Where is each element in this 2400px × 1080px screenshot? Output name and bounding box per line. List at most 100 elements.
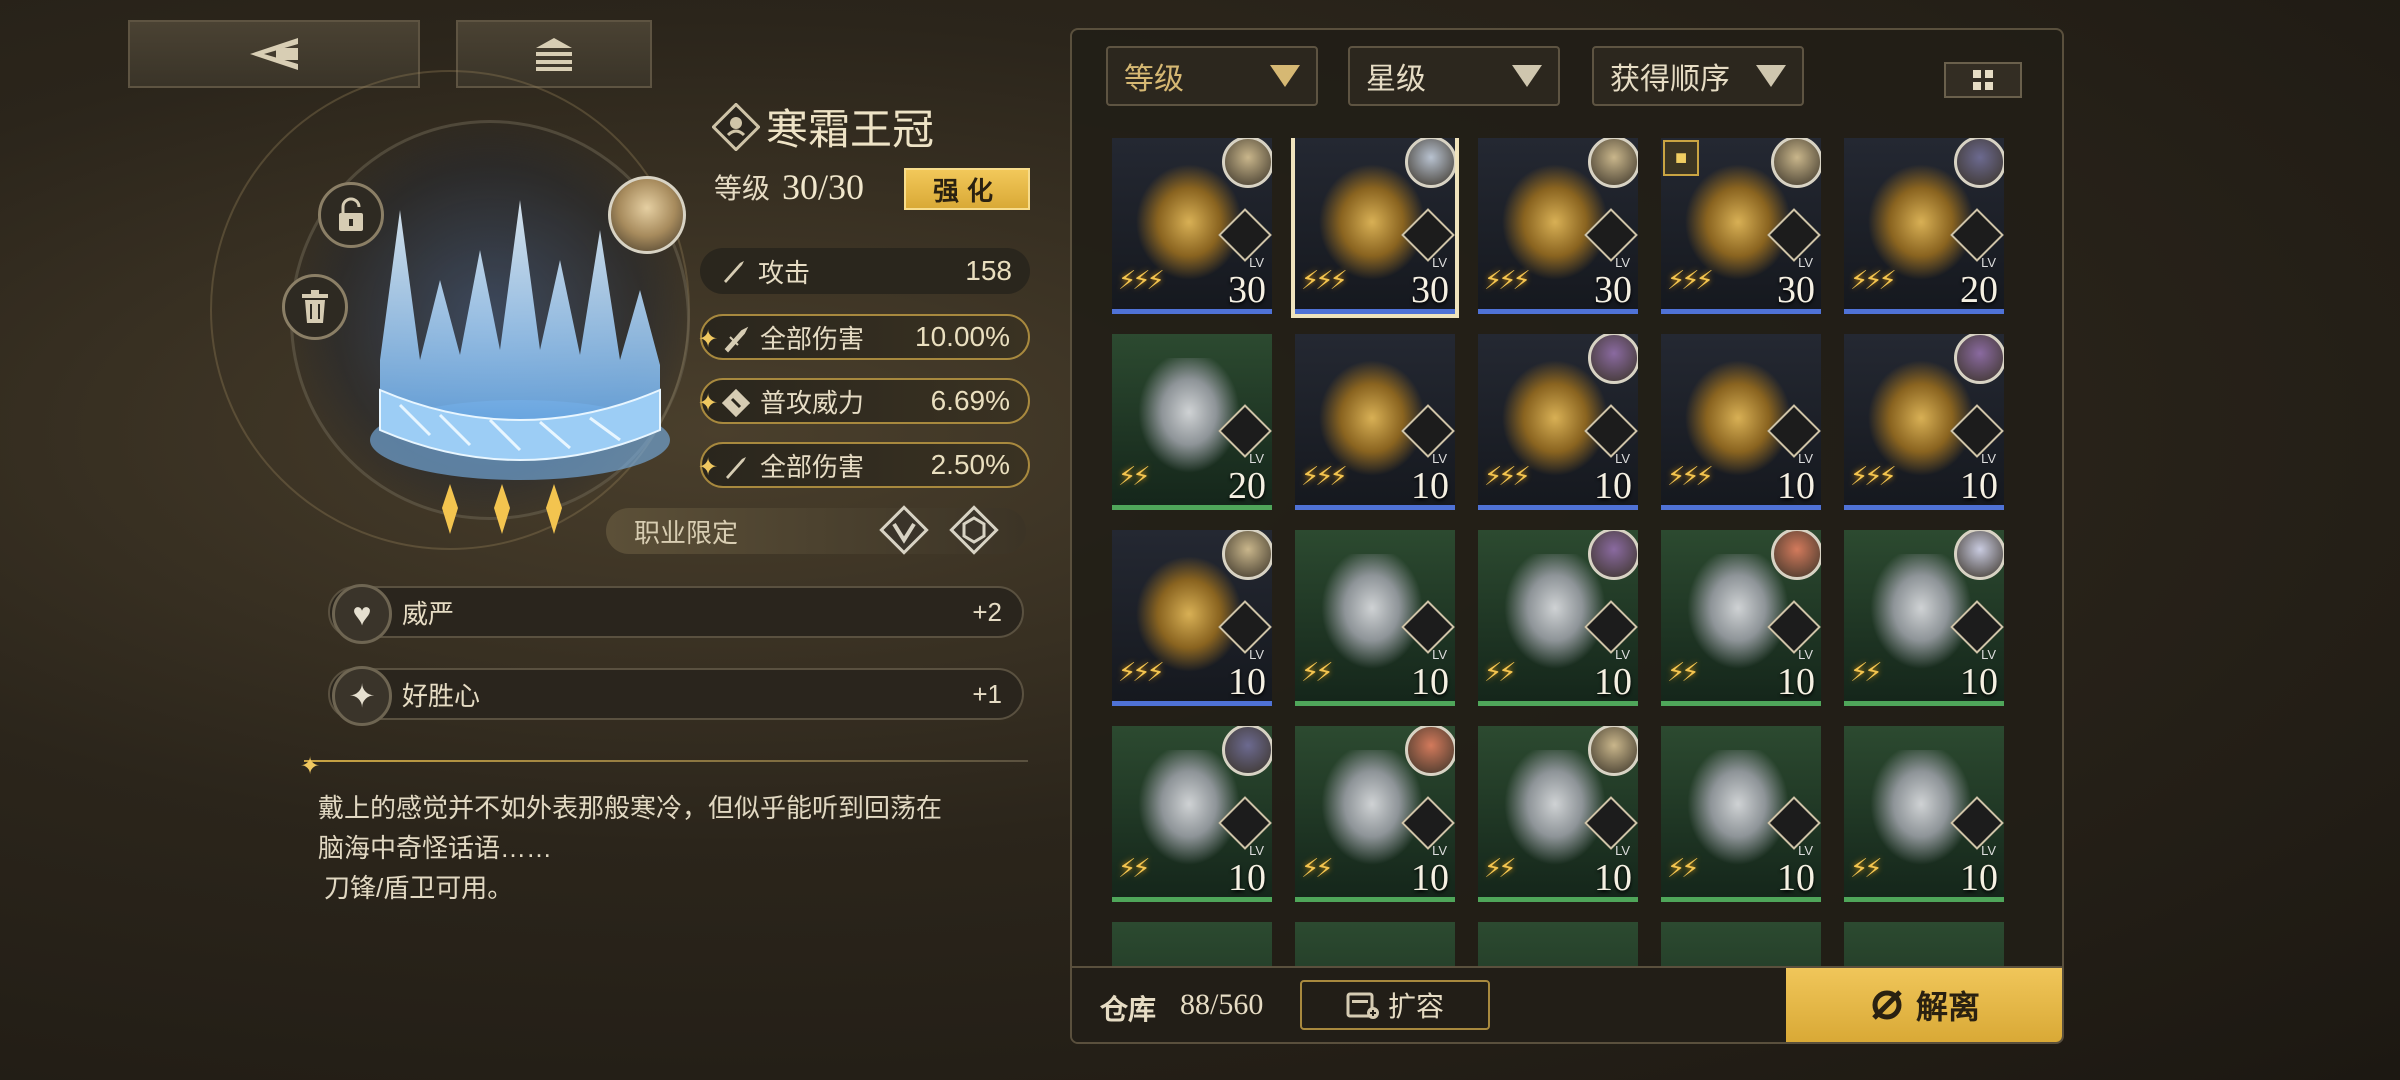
inventory-card[interactable]: ⚡⚡⚡ LV 30	[1291, 138, 1459, 318]
inventory-card[interactable]: ⚡⚡ LV 10	[1295, 530, 1455, 706]
trait-2-label: 好胜心	[402, 680, 481, 711]
owner-avatar	[1588, 138, 1638, 188]
dismantle-button[interactable]: 解离	[1786, 968, 2062, 1042]
rarity-bar	[1478, 309, 1638, 314]
chevron-down-icon	[1756, 65, 1786, 87]
owner-avatar	[1771, 138, 1821, 188]
inventory-card[interactable]: ⚡⚡ LV 10	[1844, 726, 2004, 902]
filter-level-label: 等级	[1124, 63, 1184, 96]
item-level: 10	[1411, 661, 1449, 703]
item-level: 10	[1960, 465, 1998, 507]
rarity-bar	[1661, 897, 1821, 902]
rarity-bar	[1478, 897, 1638, 902]
owner-avatar	[1954, 530, 2004, 580]
trait-1: ♥ 威严 +2	[328, 584, 1024, 644]
item-level: 10	[1411, 857, 1449, 899]
rarity-stars: ⚡⚡	[1850, 853, 1882, 883]
back-button[interactable]	[128, 20, 420, 88]
item-name: 寒霜王冠	[766, 108, 935, 154]
owner-avatar	[1405, 138, 1455, 188]
item-level: 30	[1411, 269, 1449, 311]
inventory-card[interactable]: ■ ⚡⚡⚡ LV 30	[1661, 138, 1821, 314]
rarity-stars	[442, 484, 562, 534]
rarity-stars: ⚡⚡⚡	[1667, 461, 1714, 491]
owner-avatar	[1405, 726, 1455, 776]
inventory-card[interactable]: ⚡⚡ LV 10	[1478, 726, 1638, 902]
item-level: 10	[1594, 465, 1632, 507]
description-line-3: 刀锋/盾卫可用。	[324, 873, 514, 903]
owner-avatar	[1222, 138, 1272, 188]
item-art	[1134, 554, 1244, 674]
item-level: 10	[1594, 857, 1632, 899]
filter-order-dropdown[interactable]: 获得顺序	[1592, 46, 1804, 106]
inventory-card[interactable]: ⚡⚡⚡ LV 20	[1844, 138, 2004, 314]
sparkle-icon: ✦	[698, 326, 719, 353]
rarity-stars: ⚡⚡	[1118, 853, 1150, 883]
enhance-button[interactable]: 强化	[904, 168, 1030, 210]
inventory-card[interactable]: ⚡⚡⚡ LV 10	[1661, 334, 1821, 510]
substat-1-label: 全部伤害	[760, 323, 865, 354]
rarity-bar	[1295, 897, 1455, 902]
rarity-stars: ⚡⚡	[1118, 461, 1150, 491]
grid-icon	[1973, 70, 1993, 90]
rarity-stars: ⚡⚡⚡	[1484, 461, 1531, 491]
home-stack-icon	[536, 38, 572, 71]
inventory-card[interactable]: ⚡⚡⚡ LV 30	[1478, 138, 1638, 314]
expand-button[interactable]: 扩容	[1300, 980, 1490, 1030]
filter-stars-label: 星级	[1366, 63, 1426, 96]
equipped-character-avatar[interactable]	[608, 176, 686, 254]
class-restriction-label: 职业限定	[634, 517, 739, 548]
inventory-card[interactable]: ⚡⚡ LV 20	[1112, 334, 1272, 510]
inventory-card[interactable]: ⚡⚡⚡ LV 10	[1295, 334, 1455, 510]
rarity-stars: ⚡⚡⚡	[1118, 265, 1165, 295]
substat-2: ✦ 普攻威力 6.69%	[698, 378, 1030, 424]
sparkle-arrow-icon: ✦	[332, 666, 392, 726]
grid-view-button[interactable]	[1944, 62, 2022, 98]
level-label: 等级	[714, 173, 771, 204]
inventory-card[interactable]: ⚡⚡ LV 10	[1661, 726, 1821, 902]
item-level: 10	[1960, 857, 1998, 899]
inventory-card[interactable]: ⚡⚡⚡ LV 30	[1112, 138, 1272, 314]
owner-avatar	[1222, 726, 1272, 776]
filter-stars-dropdown[interactable]: 星级	[1348, 46, 1560, 106]
inventory-card[interactable]: ⚡⚡⚡ LV 10	[1112, 530, 1272, 706]
rarity-bar	[1844, 309, 2004, 314]
stat-attack: 攻击 158	[700, 248, 1030, 294]
inventory-footer: 仓库 88/560 扩容 解离	[1072, 966, 2062, 1042]
item-level: 10	[1228, 857, 1266, 899]
inventory-card[interactable]: ⚡⚡ LV 10	[1478, 530, 1638, 706]
item-level: 30	[1594, 269, 1632, 311]
rarity-bar	[1295, 309, 1455, 314]
inventory-card[interactable]: ⚡⚡ LV 10	[1661, 530, 1821, 706]
inventory-panel: 等级 星级 获得顺序 ⚡⚡⚡ LV 30 ⚡⚡⚡ LV 30 ⚡⚡⚡ LV 30 ■ ⚡⚡⚡ LV 30…	[1070, 28, 2064, 1044]
item-art	[1866, 162, 1976, 282]
unlock-icon	[339, 197, 363, 231]
lock-button[interactable]	[318, 182, 384, 248]
rarity-bar	[1112, 309, 1272, 314]
description-divider	[304, 760, 1028, 762]
filter-level-dropdown[interactable]: 等级	[1106, 46, 1318, 106]
inventory-card[interactable]: ⚡⚡ LV 10	[1844, 530, 2004, 706]
item-art	[1683, 750, 1793, 870]
item-description: 戴上的感觉并不如外表那般寒冷，但似乎能听到回荡在 脑海中奇怪话语…… 刀锋/盾卫…	[318, 788, 1038, 908]
level-value: 30/30	[782, 167, 865, 207]
shield-class-icon	[949, 505, 999, 555]
item-title: 寒霜王冠	[712, 96, 934, 157]
owner-avatar	[1222, 530, 1272, 580]
rarity-stars: ⚡⚡	[1850, 657, 1882, 687]
storage-count: 88/560	[1180, 988, 1264, 1021]
substat-1-value: 10.00%	[915, 321, 1010, 352]
item-art	[1134, 162, 1244, 282]
item-level: 10	[1777, 661, 1815, 703]
inventory-card[interactable]: ⚡⚡⚡ LV 10	[1478, 334, 1638, 510]
inventory-card[interactable]: ⚡⚡ LV 10	[1112, 726, 1272, 902]
inventory-card[interactable]: ⚡⚡⚡ LV 10	[1844, 334, 2004, 510]
rarity-bar	[1661, 309, 1821, 314]
sword-icon	[724, 261, 744, 283]
discard-button[interactable]	[282, 274, 348, 340]
item-art	[1317, 358, 1427, 478]
expand-storage-icon	[1346, 992, 1379, 1019]
item-level: 20	[1228, 465, 1266, 507]
lock-icon: ■	[1663, 140, 1699, 176]
inventory-card[interactable]: ⚡⚡ LV 10	[1295, 726, 1455, 902]
